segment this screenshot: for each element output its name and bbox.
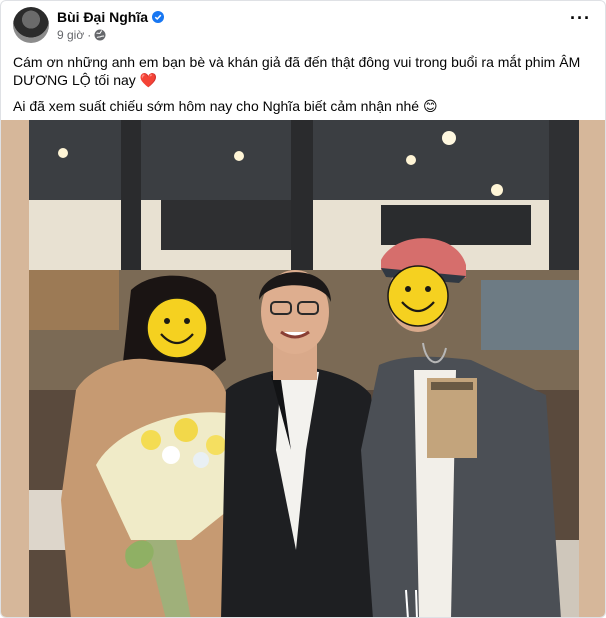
post-header: Bùi Đại Nghĩa 9 giờ · ··· <box>13 7 595 47</box>
more-options-icon[interactable]: ··· <box>570 9 591 27</box>
post-photo[interactable] <box>1 120 605 617</box>
photo-illustration <box>29 120 579 617</box>
author-name[interactable]: Bùi Đại Nghĩa <box>57 9 148 25</box>
separator-dot: · <box>87 28 92 42</box>
post-meta: Bùi Đại Nghĩa 9 giờ · <box>57 9 165 42</box>
author-avatar[interactable] <box>13 7 49 43</box>
author-row: Bùi Đại Nghĩa <box>57 9 165 25</box>
verified-badge-icon <box>152 11 165 23</box>
globe-icon[interactable] <box>94 29 106 41</box>
caption-paragraph-2: Ai đã xem suất chiếu sớm hôm nay cho Ngh… <box>13 97 595 115</box>
smile-emoji-icon: 😊 <box>422 98 438 114</box>
post-time-row: 9 giờ · <box>57 28 164 42</box>
caption-text-1: Cám ơn những anh em bạn bè và khán giả đ… <box>13 54 581 88</box>
facebook-post: Bùi Đại Nghĩa 9 giờ · ··· Cám ơn những a… <box>0 0 606 618</box>
caption-paragraph-1: Cám ơn những anh em bạn bè và khán giả đ… <box>13 53 595 89</box>
heart-emoji-icon: ❤️ <box>139 72 158 88</box>
post-caption: Cám ơn những anh em bạn bè và khán giả đ… <box>13 53 595 123</box>
caption-text-2: Ai đã xem suất chiếu sớm hôm nay cho Ngh… <box>13 98 420 114</box>
post-time[interactable]: 9 giờ <box>57 28 84 42</box>
